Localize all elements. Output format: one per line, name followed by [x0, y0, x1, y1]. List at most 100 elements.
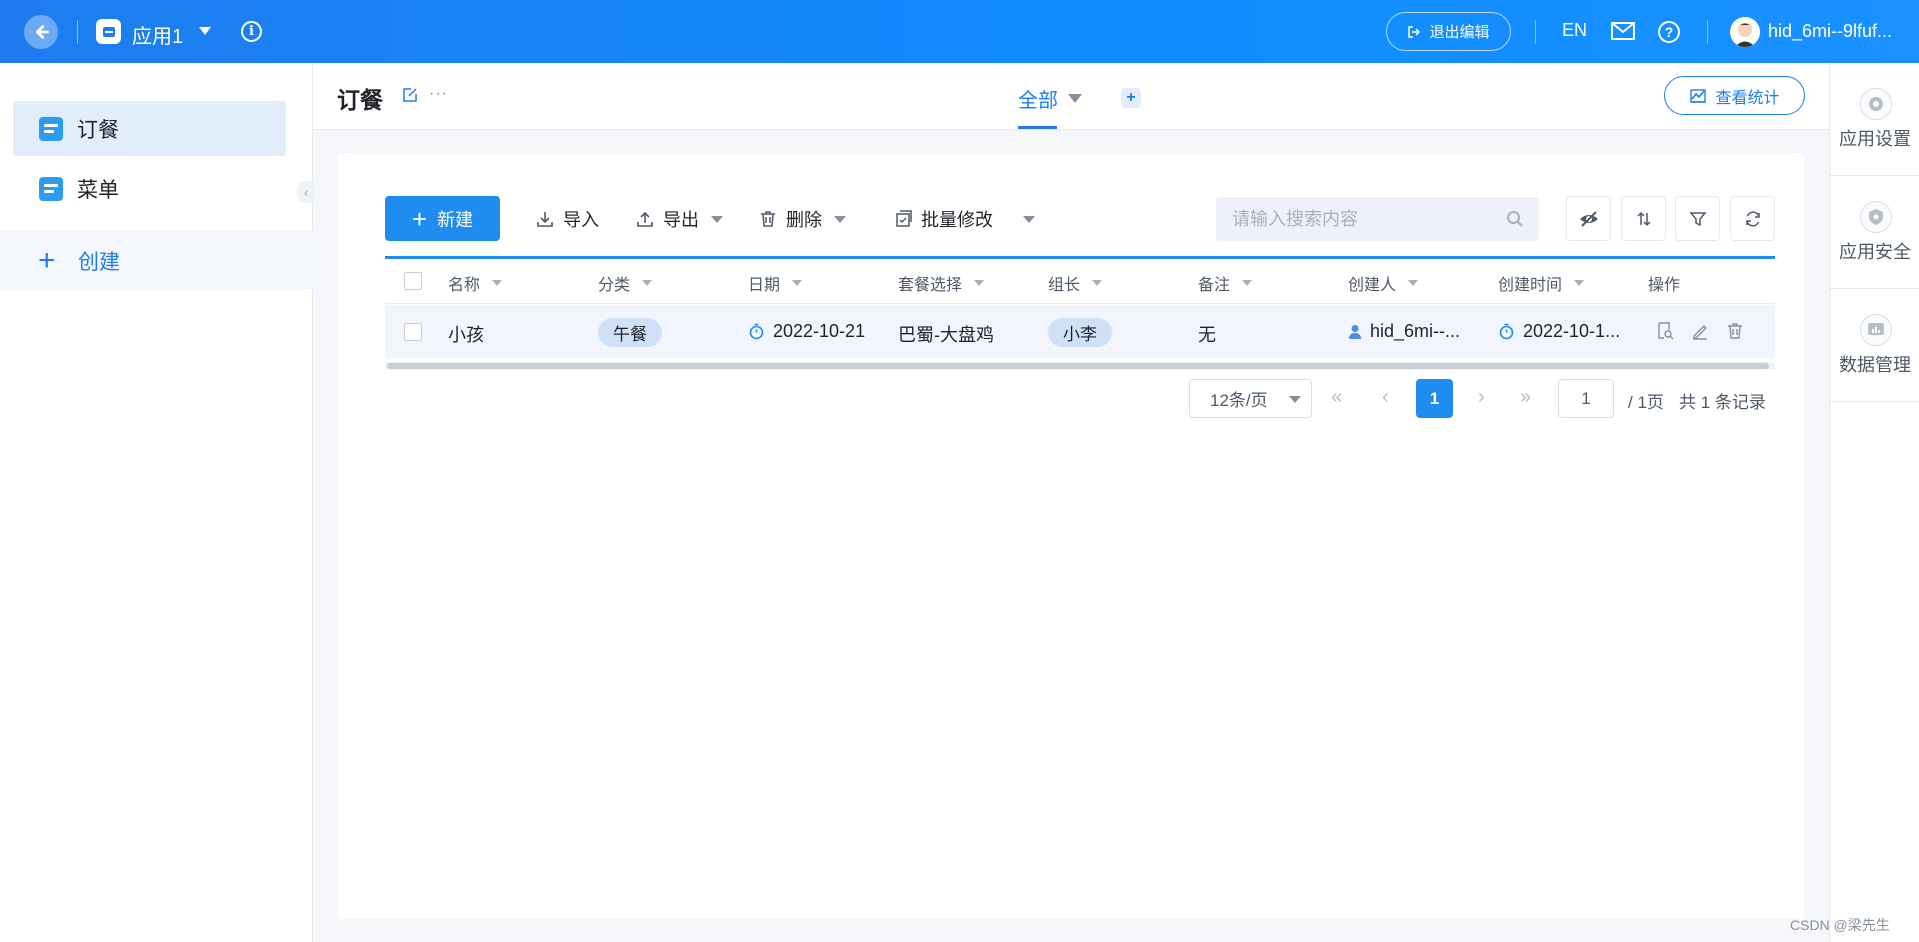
plus-icon: +: [38, 243, 56, 277]
upload-icon: [637, 211, 653, 227]
app-security-item[interactable]: 应用安全: [1830, 176, 1919, 289]
table-row[interactable]: 小孩 午餐 2022-10-21 巴蜀-大盘鸡 小李 无 hid_6mi--..…: [385, 305, 1775, 358]
column-header-creator[interactable]: 创建人: [1348, 271, 1419, 295]
timer-icon: [749, 323, 764, 340]
refresh-button[interactable]: [1730, 196, 1775, 241]
user-name[interactable]: hid_6mi--9lfuf...: [1768, 21, 1892, 42]
chevron-down-icon: [711, 215, 723, 223]
total-records-text: 共 1 条记录: [1679, 393, 1766, 412]
horizontal-scrollbar[interactable]: [387, 363, 1769, 369]
form-icon: [39, 176, 63, 201]
table-header: 名称 分类 日期 套餐选择 组长 备注 创建人 创建时间 操作: [385, 259, 1775, 304]
export-label: 导出: [663, 210, 699, 230]
delete-button[interactable]: 删除: [758, 206, 846, 232]
batch-edit-button[interactable]: 批量修改: [893, 206, 1035, 232]
app-settings-item[interactable]: 应用设置: [1830, 63, 1919, 176]
timer-icon: [1499, 323, 1514, 340]
column-header-category[interactable]: 分类: [598, 271, 653, 295]
chevron-down-icon[interactable]: [199, 27, 211, 35]
last-page-button[interactable]: »: [1520, 386, 1531, 409]
more-icon[interactable]: ···: [429, 85, 448, 103]
import-button[interactable]: 导入: [535, 206, 599, 232]
top-bar: 应用1 i 退出编辑 EN ? hid_6mi--9lfuf...: [0, 0, 1919, 63]
exit-icon: [1408, 25, 1421, 38]
chevron-down-icon: [974, 280, 985, 286]
chart-icon: [1860, 314, 1892, 346]
new-label: 新建: [437, 209, 474, 230]
hide-fields-button[interactable]: [1566, 196, 1611, 241]
filter-icon: [1688, 211, 1707, 226]
avatar[interactable]: [1730, 17, 1760, 47]
info-icon[interactable]: i: [241, 21, 262, 42]
arrow-left-icon: [35, 25, 49, 39]
page-size-value: 12条/页: [1210, 391, 1268, 410]
chevron-down-icon[interactable]: [1023, 215, 1035, 223]
column-header-created-at[interactable]: 创建时间: [1498, 271, 1585, 295]
page-jump-input[interactable]: 1: [1558, 379, 1614, 418]
prev-page-button[interactable]: ‹: [1382, 386, 1389, 409]
exit-edit-button[interactable]: 退出编辑: [1386, 12, 1511, 51]
row-actions: [1655, 321, 1745, 341]
plus-icon: +: [411, 203, 428, 234]
cell-remark: 无: [1198, 325, 1216, 345]
sidebar-item-label: 订餐: [77, 118, 119, 142]
next-page-button[interactable]: ›: [1478, 386, 1485, 409]
chevron-down-icon: [1408, 280, 1419, 286]
view-stats-button[interactable]: 查看统计: [1664, 76, 1805, 115]
sort-button[interactable]: [1621, 196, 1666, 241]
trash-icon[interactable]: [1725, 321, 1745, 341]
column-header-date[interactable]: 日期: [748, 271, 803, 295]
row-checkbox[interactable]: [404, 323, 422, 341]
divider: [1535, 20, 1536, 44]
search-input[interactable]: [1232, 208, 1492, 230]
sidebar-item-label: 菜单: [77, 178, 119, 202]
divider: [77, 20, 78, 44]
gear-icon: [1860, 88, 1892, 120]
column-label: 日期: [748, 277, 781, 294]
column-label: 创建时间: [1498, 277, 1563, 294]
cell-meal: 巴蜀-大盘鸡: [898, 325, 994, 345]
app-settings-label: 应用设置: [1839, 129, 1911, 149]
select-all-checkbox[interactable]: [404, 272, 422, 290]
eye-off-icon: [1579, 210, 1598, 227]
import-label: 导入: [563, 210, 599, 230]
column-label: 名称: [448, 277, 481, 294]
new-button[interactable]: + 新建: [385, 196, 500, 241]
page-title: 订餐: [337, 87, 383, 113]
leader-tag: 小李: [1048, 318, 1112, 347]
view-detail-icon[interactable]: [1655, 321, 1675, 341]
data-management-item[interactable]: 数据管理: [1830, 289, 1919, 402]
tab-all[interactable]: 全部: [1018, 84, 1082, 113]
exit-edit-label: 退出编辑: [1429, 24, 1490, 41]
column-header-name[interactable]: 名称: [448, 271, 503, 295]
export-button[interactable]: 导出: [635, 206, 723, 232]
page-size-select[interactable]: 12条/页: [1189, 379, 1312, 418]
back-button[interactable]: [24, 15, 58, 49]
language-toggle[interactable]: EN: [1562, 20, 1587, 41]
batch-edit-icon: [896, 210, 912, 227]
column-label: 备注: [1198, 277, 1231, 294]
edit-icon[interactable]: [402, 87, 418, 108]
sidebar-item-order[interactable]: 订餐: [13, 101, 286, 156]
search-icon[interactable]: [1505, 209, 1525, 229]
total-pages-text: / 1页: [1628, 393, 1664, 412]
column-header-remark[interactable]: 备注: [1198, 271, 1253, 295]
edit-icon[interactable]: [1690, 321, 1710, 341]
divider: [1707, 20, 1708, 44]
column-header-leader[interactable]: 组长: [1048, 271, 1103, 295]
help-icon[interactable]: ?: [1658, 21, 1680, 43]
first-page-button[interactable]: «: [1331, 386, 1342, 409]
app-name[interactable]: 应用1: [132, 20, 183, 49]
column-header-meal[interactable]: 套餐选择: [898, 271, 985, 295]
collapse-sidebar-button[interactable]: ‹: [297, 181, 315, 203]
filter-button[interactable]: [1675, 196, 1720, 241]
add-tab-button[interactable]: +: [1121, 88, 1141, 108]
sidebar-item-menu[interactable]: 菜单: [13, 161, 286, 216]
refresh-icon: [1745, 210, 1760, 227]
current-page-button[interactable]: 1: [1416, 379, 1453, 418]
sidebar: 订餐 菜单 + 创建 ‹: [0, 63, 315, 942]
mail-icon[interactable]: [1611, 22, 1635, 45]
date-value: 2022-10-21: [773, 321, 866, 341]
create-label: 创建: [78, 250, 120, 274]
create-button[interactable]: + 创建: [0, 231, 313, 290]
